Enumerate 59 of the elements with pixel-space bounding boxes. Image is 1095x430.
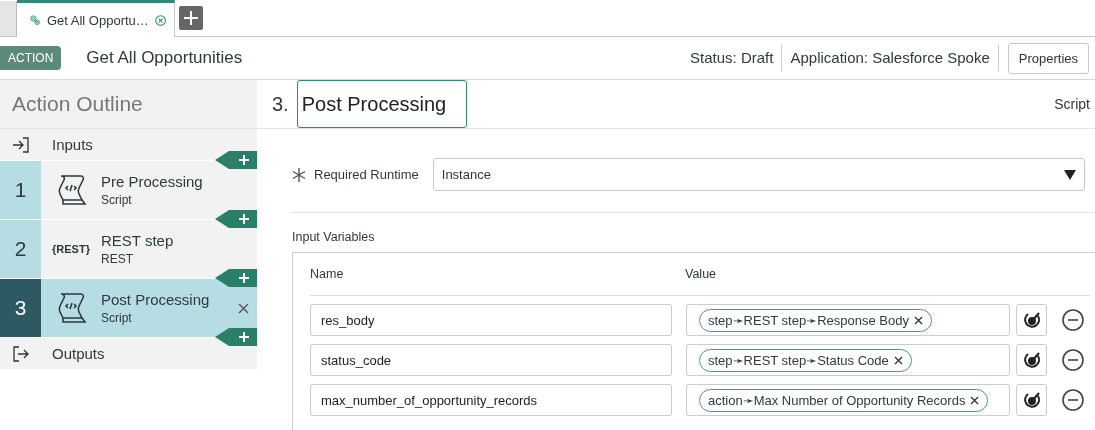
- value-field[interactable]: step➛REST step➛Response Body: [686, 304, 1010, 336]
- add-step-button[interactable]: [215, 328, 257, 346]
- close-icon[interactable]: [154, 12, 166, 28]
- dropdown-caret-icon: [1064, 169, 1076, 180]
- name-field[interactable]: res_body: [310, 304, 672, 336]
- remove-row-icon[interactable]: [1062, 349, 1084, 371]
- target-icon: [1022, 391, 1041, 409]
- new-tab-button[interactable]: [179, 6, 203, 30]
- plus-icon: [184, 11, 198, 25]
- remove-icon[interactable]: [970, 395, 980, 405]
- step-number: 1: [0, 161, 41, 219]
- step-type: Script: [101, 311, 133, 325]
- action-badge: ACTION: [0, 46, 62, 70]
- inputs-item[interactable]: Inputs: [52, 136, 93, 153]
- data-picker-button[interactable]: [1016, 304, 1047, 336]
- add-step-button[interactable]: [215, 269, 257, 287]
- remove-row-icon[interactable]: [1062, 309, 1084, 331]
- application-label: Application: Salesforce Spoke: [782, 45, 999, 71]
- action-title: Get All Opportunities: [86, 48, 244, 68]
- step-type: Script: [101, 193, 133, 207]
- runtime-dropdown[interactable]: Instance: [432, 158, 1085, 191]
- step-item[interactable]: 3 Post Processing Script: [0, 279, 257, 338]
- step-name-field[interactable]: Post Processing: [296, 80, 467, 128]
- name-field[interactable]: status_code: [310, 344, 672, 376]
- section-title: Input Variables: [292, 230, 376, 244]
- data-picker-button[interactable]: [1016, 384, 1047, 416]
- target-icon: [1022, 311, 1041, 329]
- value-field[interactable]: action➛Max Number of Opportunity Records: [686, 384, 1010, 416]
- column-header: Name: [310, 267, 345, 281]
- step-number: 3: [0, 279, 41, 337]
- step-number: 3.: [272, 92, 289, 116]
- field-label: Required Runtime: [314, 167, 419, 182]
- remove-icon[interactable]: [914, 315, 923, 325]
- remove-icon[interactable]: [893, 355, 903, 365]
- step-title: Pre Processing: [101, 173, 204, 190]
- step-type-label: Script: [1054, 96, 1090, 112]
- close-icon[interactable]: [238, 302, 249, 314]
- required-asterisk-icon: [292, 167, 306, 182]
- step-number: 2: [0, 220, 41, 278]
- column-header: Value: [685, 267, 717, 281]
- name-field[interactable]: max_number_of_opportunity_records: [310, 384, 672, 416]
- outputs-item[interactable]: Outputs: [52, 345, 105, 362]
- outline-title: Action Outline: [12, 92, 143, 116]
- step-title: REST step: [101, 232, 175, 249]
- gears-icon: [29, 12, 41, 28]
- add-step-button[interactable]: [215, 151, 257, 169]
- add-step-button[interactable]: [215, 210, 257, 228]
- target-icon: [1022, 351, 1041, 369]
- tab[interactable]: Get All Opportu…: [17, 0, 175, 37]
- step-type: REST: [101, 252, 134, 266]
- rest-icon: {REST}: [52, 243, 90, 255]
- input-arrow-icon: [12, 135, 30, 154]
- output-arrow-icon: [12, 344, 30, 363]
- step-title: Post Processing: [101, 291, 211, 308]
- value-field[interactable]: step➛REST step➛Status Code: [686, 344, 1010, 376]
- data-picker-button[interactable]: [1016, 344, 1047, 376]
- remove-row-icon[interactable]: [1062, 389, 1084, 411]
- properties-button[interactable]: Properties: [1007, 42, 1089, 74]
- status-label: Status: Draft: [682, 45, 783, 71]
